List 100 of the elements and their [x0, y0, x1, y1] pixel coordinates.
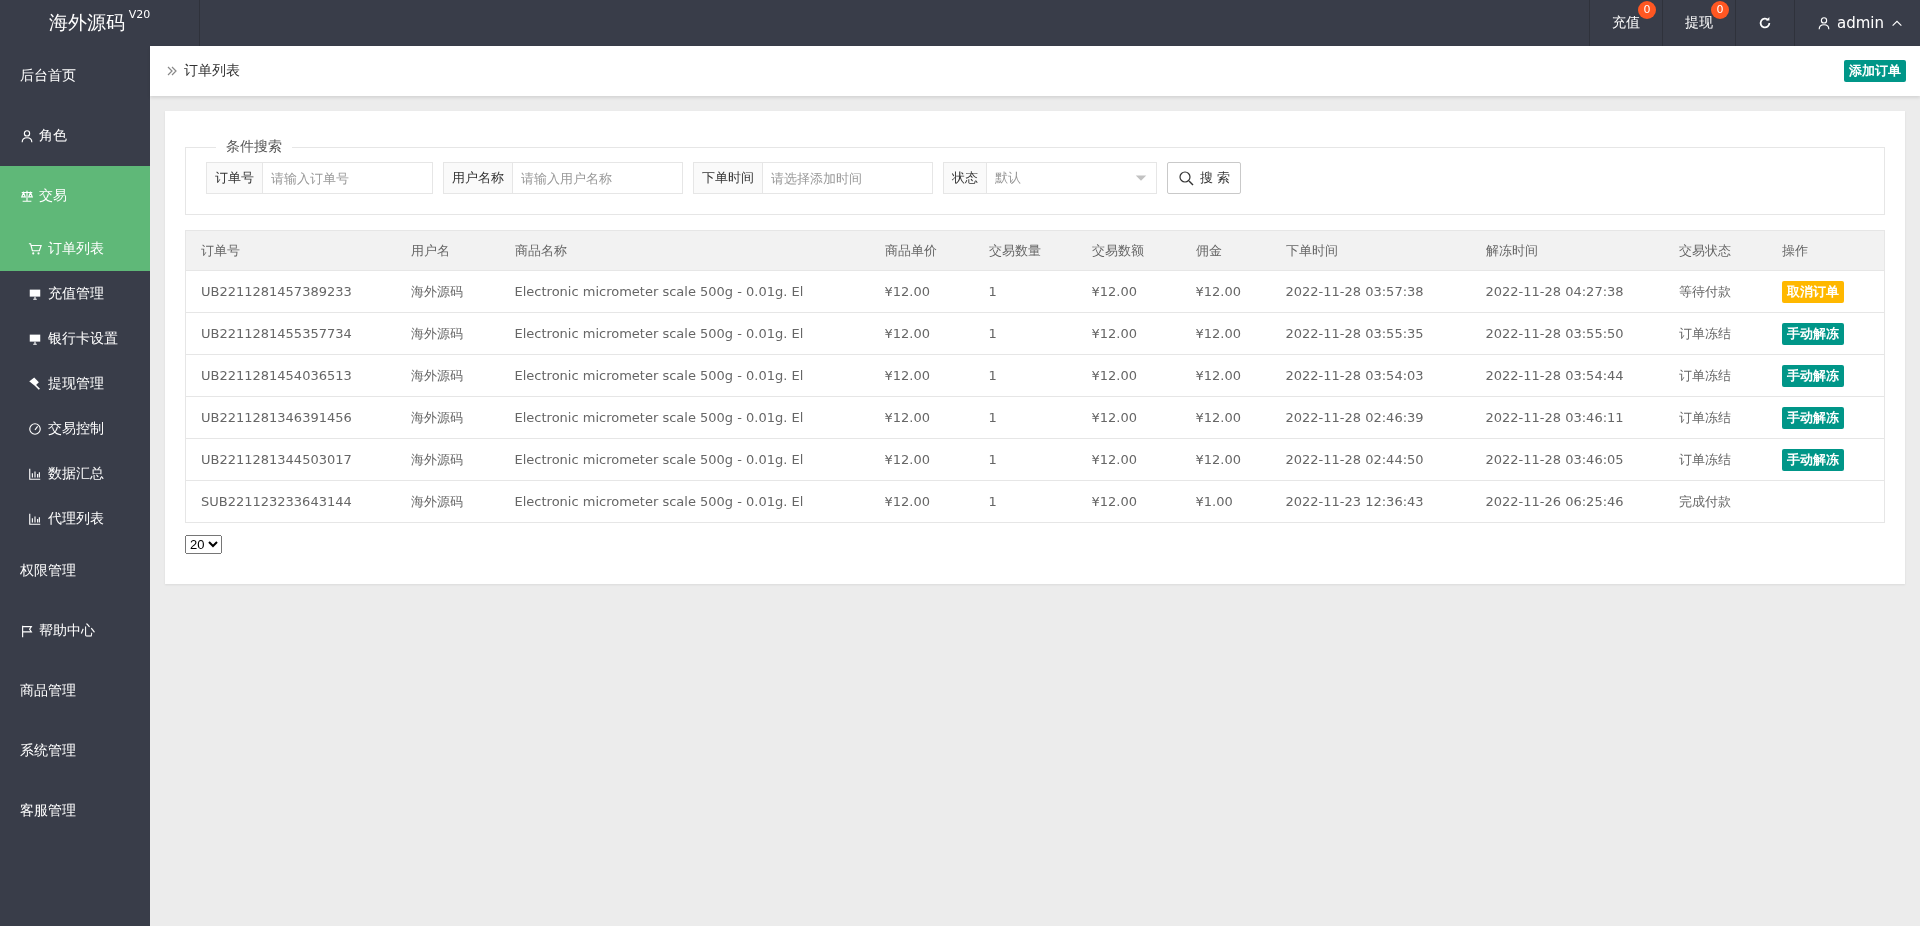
table-cell: ¥1.00: [1180, 480, 1271, 523]
table-cell: UB2211281455357734: [185, 312, 396, 355]
input-field[interactable]: 请输入订单号: [263, 162, 433, 194]
search-icon: [1178, 170, 1194, 186]
column-header: 商品名称: [499, 230, 870, 271]
sidebar-item[interactable]: 商品管理: [0, 661, 150, 721]
table-cell: ¥12.00: [1180, 438, 1271, 481]
table-cell: 2022-11-28 03:55:50: [1470, 312, 1664, 355]
table-cell: ¥12.00: [869, 270, 974, 313]
sidebar-subitem[interactable]: 代理列表: [0, 496, 150, 541]
table-cell: 1: [973, 270, 1077, 313]
table-cell: 2022-11-28 03:46:05: [1470, 438, 1664, 481]
field-label: 下单时间: [693, 162, 763, 194]
cart-icon: [28, 241, 42, 256]
refresh-icon: [1758, 16, 1772, 30]
table-cell: 2022-11-28 02:46:39: [1270, 396, 1471, 439]
search-button[interactable]: 搜 索: [1167, 162, 1242, 194]
table-cell: 订单冻结: [1663, 312, 1767, 355]
table-cell: 海外源码: [395, 270, 500, 313]
action-button[interactable]: 手动解冻: [1781, 364, 1844, 387]
table-cell: ¥12.00: [869, 480, 974, 523]
table-cell: ¥12.00: [869, 354, 974, 397]
column-header: 订单号: [185, 230, 396, 271]
table-cell: 订单冻结: [1663, 354, 1767, 397]
table-cell: Electronic micrometer scale 500g - 0.01g. El: [499, 354, 870, 397]
table-cell: ¥12.00: [869, 396, 974, 439]
sidebar-item[interactable]: 角色: [0, 106, 150, 166]
input-field[interactable]: 请输入用户名称: [513, 162, 683, 194]
balance-scale-icon: [20, 189, 34, 203]
table-cell: ¥12.00: [1076, 438, 1181, 481]
table-cell: ¥12.00: [1180, 270, 1271, 313]
table-cell: SUB221123233643144: [185, 480, 396, 523]
column-header: 下单时间: [1270, 230, 1471, 271]
table-cell: 2022-11-26 06:25:46: [1470, 480, 1664, 523]
table-cell: Electronic micrometer scale 500g - 0.01g. El: [499, 480, 870, 523]
sidebar-subitem[interactable]: 充值管理: [0, 271, 150, 316]
sidebar-item[interactable]: 帮助中心: [0, 601, 150, 661]
table-cell: ¥12.00: [869, 312, 974, 355]
column-header: 商品单价: [869, 230, 974, 271]
table-cell: Electronic micrometer scale 500g - 0.01g. El: [499, 312, 870, 355]
sidebar-item[interactable]: 后台首页: [0, 46, 150, 106]
bar-chart-icon: [28, 466, 42, 481]
table-cell: ¥12.00: [1076, 480, 1181, 523]
table-cell: 2022-11-23 12:36:43: [1270, 480, 1471, 523]
table-cell: ¥12.00: [1180, 396, 1271, 439]
flag-icon: [20, 624, 34, 638]
column-header: 交易数量: [973, 230, 1077, 271]
sidebar-item[interactable]: 权限管理: [0, 541, 150, 601]
table-cell: UB2211281344503017: [185, 438, 396, 481]
field-label: 状态: [943, 162, 987, 194]
table-cell: ¥12.00: [1076, 396, 1181, 439]
table-cell: 2022-11-28 04:27:38: [1470, 270, 1664, 313]
table-cell: Electronic micrometer scale 500g - 0.01g. El: [499, 270, 870, 313]
table-cell: Electronic micrometer scale 500g - 0.01g. El: [499, 396, 870, 439]
table-cell: 1: [973, 396, 1077, 439]
sidebar-subitem[interactable]: 数据汇总: [0, 451, 150, 496]
table-cell: UB2211281346391456: [185, 396, 396, 439]
fieldset-legend: 条件搜索: [216, 138, 292, 156]
field-label: 用户名称: [443, 162, 513, 194]
column-header: 操作: [1766, 230, 1885, 271]
logo-text: 海外源码: [48, 10, 125, 35]
person-icon: [1817, 16, 1831, 30]
sidebar-subitem[interactable]: 交易控制: [0, 406, 150, 451]
sidebar-item[interactable]: 系统管理: [0, 721, 150, 781]
double-chevron-icon: [166, 65, 178, 77]
table-cell: ¥12.00: [869, 438, 974, 481]
column-header: 解冻时间: [1470, 230, 1664, 271]
action-button[interactable]: 手动解冻: [1781, 322, 1844, 345]
bar-chart-icon: [28, 511, 42, 526]
table-cell: 订单冻结: [1663, 396, 1767, 439]
column-header: 佣金: [1180, 230, 1271, 271]
column-header: 交易数额: [1076, 230, 1181, 271]
table-cell: 订单冻结: [1663, 438, 1767, 481]
table-cell: 海外源码: [395, 438, 500, 481]
table-cell: 2022-11-28 02:44:50: [1270, 438, 1471, 481]
action-button[interactable]: 手动解冻: [1781, 406, 1844, 429]
field-label: 订单号: [206, 162, 263, 194]
action-button[interactable]: 手动解冻: [1781, 448, 1844, 471]
table-cell: ¥12.00: [1076, 354, 1181, 397]
table-cell: UB2211281457389233: [185, 270, 396, 313]
table-cell: ¥12.00: [1180, 312, 1271, 355]
table-cell: 完成付款: [1663, 480, 1767, 523]
sidebar-subitem[interactable]: 银行卡设置: [0, 316, 150, 361]
table-cell: 2022-11-28 03:46:11: [1470, 396, 1664, 439]
version-label: V20: [128, 8, 151, 21]
table-cell: 海外源码: [395, 396, 500, 439]
table-cell: Electronic micrometer scale 500g - 0.01g. El: [499, 438, 870, 481]
sidebar-subitem[interactable]: 提现管理: [0, 361, 150, 406]
table-cell: 海外源码: [395, 312, 500, 355]
add-order-button[interactable]: 添加订单: [1844, 60, 1906, 82]
sidebar-item[interactable]: 客服管理: [0, 781, 150, 841]
table-cell: 2022-11-28 03:55:35: [1270, 312, 1471, 355]
count-badge: 0: [1638, 1, 1656, 19]
table-cell: 2022-11-28 03:57:38: [1270, 270, 1471, 313]
page-size-select[interactable]: 20: [185, 535, 222, 554]
table-cell: 1: [973, 480, 1077, 523]
input-field[interactable]: 请选择添加时间: [763, 162, 933, 194]
gauge-icon: [28, 421, 42, 436]
table-cell: 1: [973, 438, 1077, 481]
table-cell: ¥12.00: [1076, 270, 1181, 313]
